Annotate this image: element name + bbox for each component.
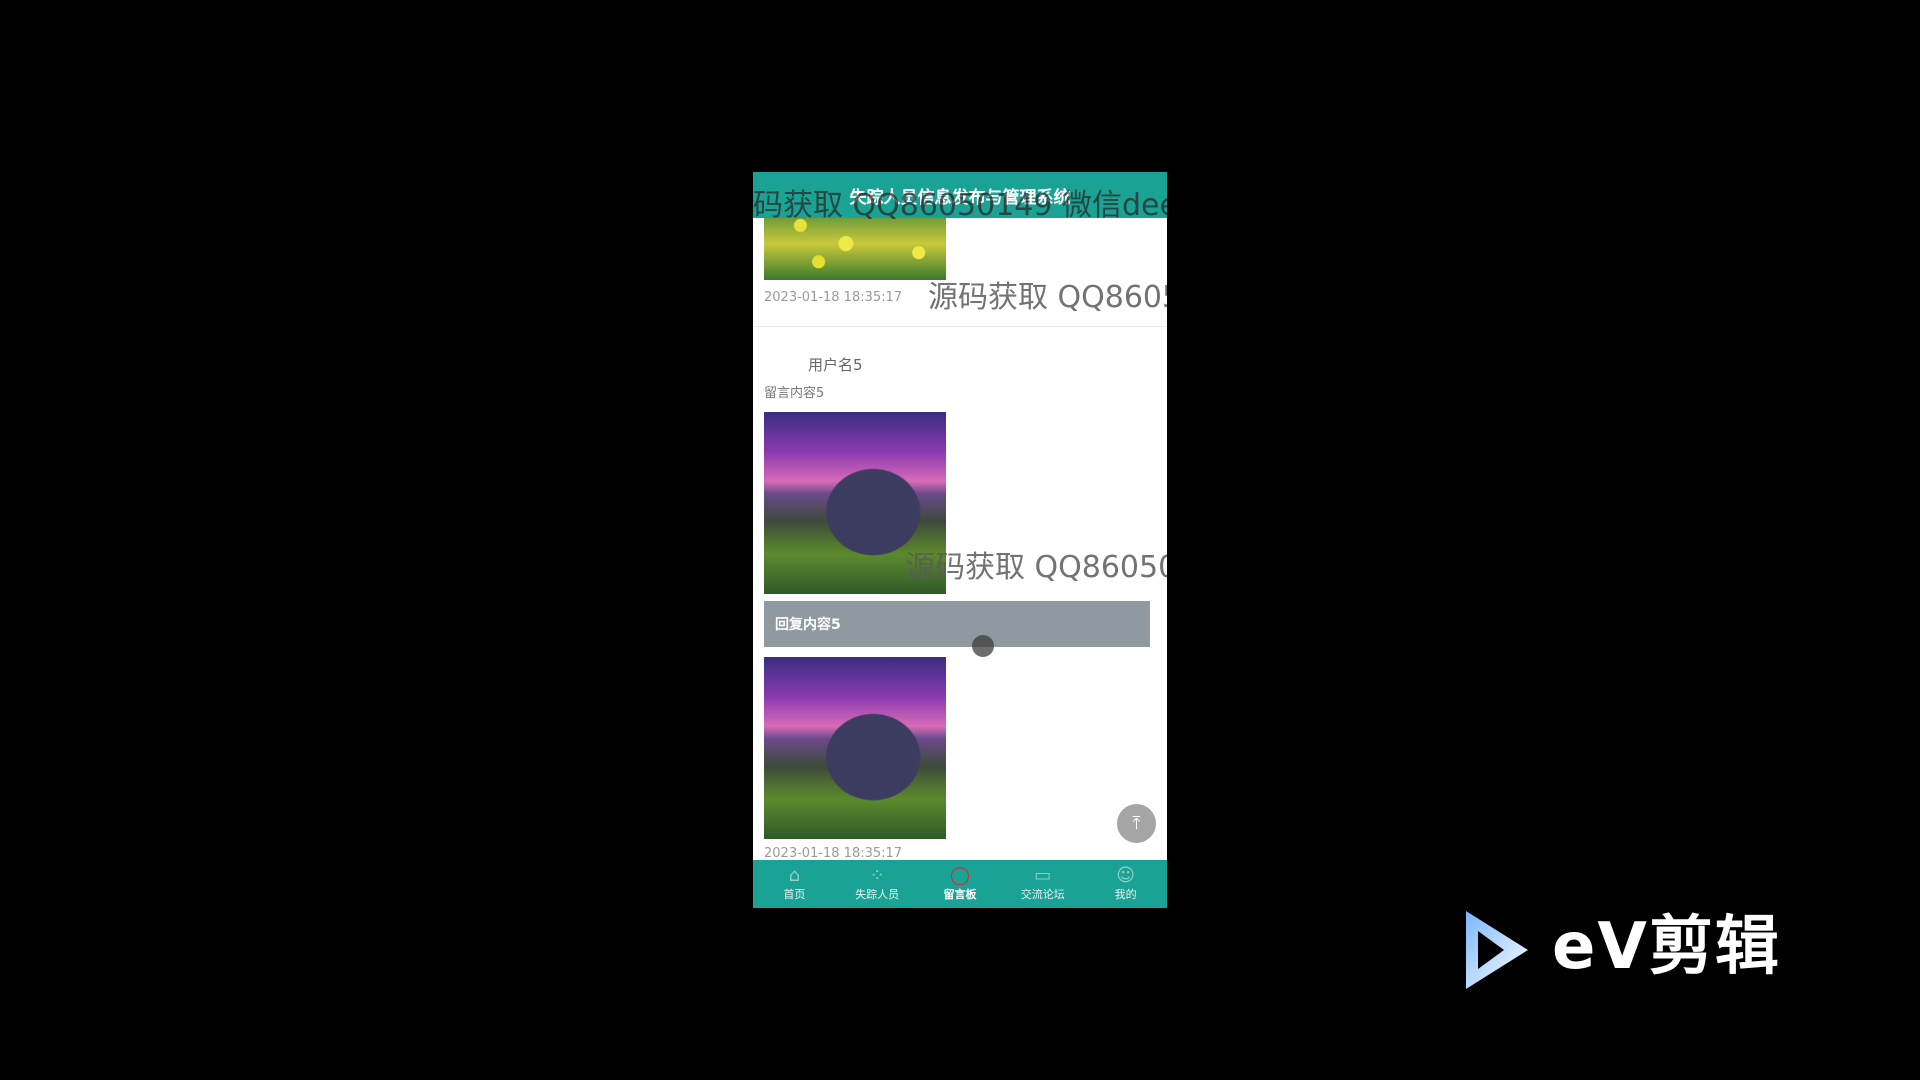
touch-cursor xyxy=(972,635,994,657)
watermark-text: 源码获取 QQ8605 xyxy=(928,280,1167,315)
tab-mine[interactable]: ☺ 我的 xyxy=(1084,860,1167,908)
post-timestamp: 2023-01-18 18:35:17 xyxy=(764,846,903,861)
ev-brand-text: eV剪辑 xyxy=(1552,910,1781,984)
watermark-text: 源码获取 QQ86050 xyxy=(905,550,1167,585)
watermark-text: 码获取 QQ86050149 微信deep xyxy=(753,188,1167,223)
tab-label: 留言板 xyxy=(943,888,977,901)
tab-home[interactable]: ⌂ 首页 xyxy=(753,860,836,908)
back-to-top-button[interactable]: ⤒ xyxy=(1117,804,1156,843)
forum-icon: ▭ xyxy=(1034,865,1052,886)
chat-icon: ◯ xyxy=(949,865,971,886)
post-message: 留言内容5 xyxy=(764,386,825,401)
arrow-up-icon: ⤒ xyxy=(1132,813,1141,834)
grid-icon: ⁘ xyxy=(869,865,885,886)
tab-label: 交流论坛 xyxy=(1020,888,1065,901)
tab-label: 我的 xyxy=(1114,888,1137,901)
ev-editor-logo: eV剪辑 xyxy=(1452,905,1822,995)
user-icon: ☺ xyxy=(1116,865,1135,886)
post-divider xyxy=(753,326,1167,327)
bottom-tabbar: ⌂ 首页 ⁘ 失踪人员 ◯ 留言板 ▭ 交流论坛 ☺ 我的 xyxy=(753,860,1167,908)
reply-box: 回复内容5 xyxy=(764,601,1150,647)
post-username: 用户名5 xyxy=(808,356,863,374)
post-image[interactable] xyxy=(764,218,946,280)
tab-missing-persons[interactable]: ⁘ 失踪人员 xyxy=(836,860,919,908)
tab-forum[interactable]: ▭ 交流论坛 xyxy=(1001,860,1084,908)
reply-text: 回复内容5 xyxy=(775,617,841,633)
tab-message-board[interactable]: ◯ 留言板 xyxy=(919,860,1002,908)
reply-image[interactable] xyxy=(764,657,946,839)
home-icon: ⌂ xyxy=(788,865,801,886)
play-icon xyxy=(1466,911,1528,989)
tab-label: 首页 xyxy=(783,888,806,901)
tab-label: 失踪人员 xyxy=(855,888,900,901)
post-timestamp: 2023-01-18 18:35:17 xyxy=(764,290,903,305)
